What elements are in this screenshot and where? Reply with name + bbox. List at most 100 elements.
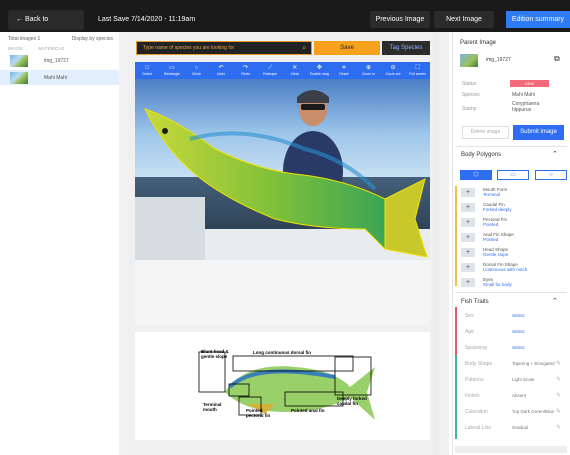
image-thumbnail	[10, 54, 28, 67]
open-external-icon[interactable]: ⧉	[554, 54, 560, 64]
polygon-item[interactable]: + Pectoral Fin Pointed	[461, 217, 507, 227]
tool-button[interactable]: ⛶ Full screen	[405, 62, 430, 79]
circle-shape-button[interactable]: ○	[535, 170, 567, 180]
trait-value[interactable]: Top Dark Green/Blue	[512, 409, 554, 414]
display-by-species-toggle[interactable]: Display by species	[72, 36, 113, 42]
polygon-value: Small for body	[483, 282, 512, 287]
left-scrollbar[interactable]	[119, 32, 128, 455]
tool-button[interactable]: ○ Circle	[184, 62, 209, 79]
tool-icon: ↷	[243, 64, 249, 71]
trait-value[interactable]: Light Scale	[512, 377, 534, 382]
polygon-shape-button[interactable]: ⬡	[460, 170, 492, 180]
polygon-value: Terminal	[483, 192, 501, 197]
polygon-item[interactable]: + Mouth Form Terminal	[461, 187, 507, 197]
list-item[interactable]: img_19727	[0, 53, 119, 68]
polygon-item[interactable]: + Dorsal Fin Shape Continuous with notch	[461, 262, 527, 272]
delete-image-button[interactable]: Delete image	[462, 126, 509, 139]
edit-pencil-icon[interactable]: ✎	[556, 360, 561, 367]
tool-label: Zoom out	[385, 71, 401, 76]
trait-label: Lateral Line	[465, 425, 492, 431]
trait-accent	[455, 419, 457, 439]
tool-icon: ⊖	[390, 64, 396, 71]
tool-button[interactable]: ↷ Redo	[233, 62, 258, 79]
save-button[interactable]: Save	[314, 41, 380, 55]
canvas-scrollbar[interactable]	[432, 32, 439, 455]
polygon-item[interactable]: + Caudal Fin Forked deeply	[461, 202, 512, 212]
tool-button[interactable]: ✕ Clear	[282, 62, 307, 79]
species-search-input[interactable]: Type name of species you are looking for…	[136, 41, 312, 55]
add-polygon-icon[interactable]: +	[461, 187, 475, 197]
tool-icon: ⊕	[365, 64, 371, 71]
chevron-up-icon[interactable]: ⌃	[552, 150, 558, 158]
diagram-label-blunt-head: Blunt head & gentle slope	[201, 349, 229, 359]
add-polygon-icon[interactable]: +	[461, 232, 475, 242]
add-polygon-icon[interactable]: +	[461, 277, 475, 287]
add-polygon-icon[interactable]: +	[461, 217, 475, 227]
diagram-label-caudal: Deeply forked caudal fin	[337, 396, 367, 406]
add-polygon-icon[interactable]: +	[461, 202, 475, 212]
edit-pencil-icon[interactable]: ✎	[556, 392, 561, 399]
trait-value[interactable]: Gradual	[512, 425, 528, 430]
edit-pencil-icon[interactable]: ✎	[556, 376, 561, 383]
tool-button[interactable]: ⟋ Reshape	[258, 62, 283, 79]
search-placeholder: Type name of species you are looking for	[143, 45, 235, 51]
tool-icon: ✥	[316, 64, 322, 71]
tool-label: Redo	[241, 71, 250, 76]
status-badge: NEW	[510, 80, 549, 87]
species-label: Species	[462, 92, 480, 98]
tool-button[interactable]: ↶ Undo	[209, 62, 234, 79]
edition-summary-button[interactable]: Edition summary	[506, 11, 570, 28]
tool-label: Undo	[216, 71, 226, 76]
tool-label: Zoom in	[362, 71, 375, 76]
tool-button[interactable]: ✥ Enable drag	[307, 62, 332, 79]
add-polygon-icon[interactable]: +	[461, 247, 475, 257]
next-image-button[interactable]: Next Image	[434, 11, 494, 28]
polygon-item[interactable]: + Head Shape Gentle slope	[461, 247, 508, 257]
annotation-toolbar: □ Select ▭ Rectangle ○ Circle ↶ Undo ↷ Redo ⟋ Resha…	[135, 62, 430, 79]
tool-button[interactable]: ▭ Rectangle	[160, 62, 185, 79]
trait-value[interactable]: Select	[512, 313, 525, 318]
tool-icon: ✕	[292, 64, 298, 71]
body-polygons-title: Body Polygons	[461, 152, 502, 158]
submit-image-button[interactable]: Submit image	[513, 125, 564, 140]
search-icon[interactable]: ⌕	[302, 43, 306, 55]
polygon-item[interactable]: + Anal Fin Shape Pointed	[461, 232, 514, 242]
list-item-label: Mahi Mahi	[44, 74, 68, 81]
diagram-label-terminal: Terminal mouth	[203, 402, 222, 412]
panel-horizontal-scrollbar[interactable]	[455, 446, 567, 453]
trait-value[interactable]: Absent	[512, 393, 526, 398]
trait-label: Sex	[465, 313, 474, 319]
tool-button[interactable]: □ Select	[135, 62, 160, 79]
list-item-label: img_19727	[44, 57, 69, 64]
tool-label: Full screen	[409, 71, 427, 76]
trait-label: Patterns	[465, 377, 484, 383]
edit-pencil-icon[interactable]: ✎	[556, 424, 561, 431]
stamp-label: Stamp	[462, 106, 477, 112]
tool-button[interactable]: ⌗ Reset	[332, 62, 357, 79]
polygon-value: Pointed	[483, 222, 499, 227]
trait-value[interactable]: Select	[512, 329, 525, 334]
parent-image-title: Parent Image	[460, 40, 497, 46]
annotated-fish-photo[interactable]	[135, 79, 430, 260]
trait-value[interactable]: Tapering + Elongated	[512, 361, 555, 366]
back-to-collection-button[interactable]: ← Back to collection	[8, 10, 84, 43]
tool-button[interactable]: ⊖ Zoom out	[381, 62, 406, 79]
list-item-selected[interactable]: Mahi Mahi	[0, 70, 119, 85]
tool-icon: ○	[194, 64, 199, 71]
trait-label: Coloration	[465, 409, 488, 415]
trait-value[interactable]: Select	[512, 345, 525, 350]
chevron-up-icon[interactable]: ⌃	[552, 297, 558, 305]
edit-pencil-icon[interactable]: ✎	[556, 408, 561, 415]
status-label: Status	[462, 81, 477, 87]
add-polygon-icon[interactable]: +	[461, 262, 475, 272]
tool-label: Enable drag	[309, 71, 329, 76]
trait-label: Spawning	[465, 345, 487, 351]
previous-image-button[interactable]: Previous Image	[370, 11, 430, 28]
tag-species-button[interactable]: Tag Species	[382, 41, 430, 55]
tool-button[interactable]: ⊕ Zoom in	[356, 62, 381, 79]
polygon-value: Continuous with notch	[483, 267, 528, 272]
polygon-item[interactable]: + Eyes Small for body	[461, 277, 512, 287]
diagram-label-pectoral: Pointed pectoral fin	[246, 408, 271, 418]
column-image-header: IMAGE	[8, 46, 23, 51]
rectangle-shape-button[interactable]: ▭	[497, 170, 529, 180]
